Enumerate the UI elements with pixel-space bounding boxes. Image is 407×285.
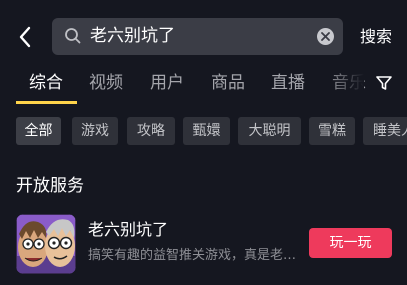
mini-game-card[interactable]: 老六别坑了 搞笑有趣的益智推关游戏，真是老六别坑了 玩一玩 (0, 210, 407, 285)
chip-zhenhuan[interactable]: 甄嬛 (183, 117, 230, 145)
active-tab-indicator (16, 101, 77, 104)
filter-chips: 全部 游戏 攻略 甄嬛 大聪明 雪糕 睡美人 (0, 117, 407, 145)
search-input[interactable]: 老六别坑了 (52, 18, 343, 55)
chevron-left-icon (19, 26, 31, 48)
tab-fade-overlay (324, 70, 364, 100)
tab-products[interactable]: 商品 (211, 72, 245, 94)
tab-live[interactable]: 直播 (271, 72, 305, 94)
back-button[interactable] (12, 24, 38, 50)
chip-ice-cream[interactable]: 雪糕 (309, 117, 355, 145)
game-name: 老六别坑了 (88, 220, 169, 239)
search-results-page: 老六别坑了 搜索 综合 视频 用户 商品 直播 音乐 全部 游戏 攻略 甄嬛 大… (0, 0, 407, 285)
close-icon (321, 32, 330, 41)
chip-sleeping-beauty[interactable]: 睡美人 (363, 117, 407, 145)
game-icon (16, 214, 76, 274)
category-tabs: 综合 视频 用户 商品 直播 音乐 (0, 70, 407, 106)
tab-users[interactable]: 用户 (150, 72, 184, 94)
section-title: 开放服务 (16, 176, 84, 196)
chip-big-smart[interactable]: 大聪明 (238, 117, 301, 145)
play-button[interactable]: 玩一玩 (309, 228, 392, 258)
tab-videos[interactable]: 视频 (89, 72, 123, 94)
chip-games[interactable]: 游戏 (72, 117, 118, 145)
search-submit-button[interactable]: 搜索 (360, 27, 392, 47)
chip-all[interactable]: 全部 (16, 117, 61, 145)
game-description: 搞笑有趣的益智推关游戏，真是老六别坑了 (88, 248, 300, 263)
search-query: 老六别坑了 (90, 26, 175, 46)
search-icon (65, 28, 81, 44)
tab-comprehensive[interactable]: 综合 (29, 72, 63, 94)
chip-guides[interactable]: 攻略 (127, 117, 175, 145)
filter-icon[interactable] (375, 74, 393, 92)
clear-search-button[interactable] (317, 28, 334, 45)
